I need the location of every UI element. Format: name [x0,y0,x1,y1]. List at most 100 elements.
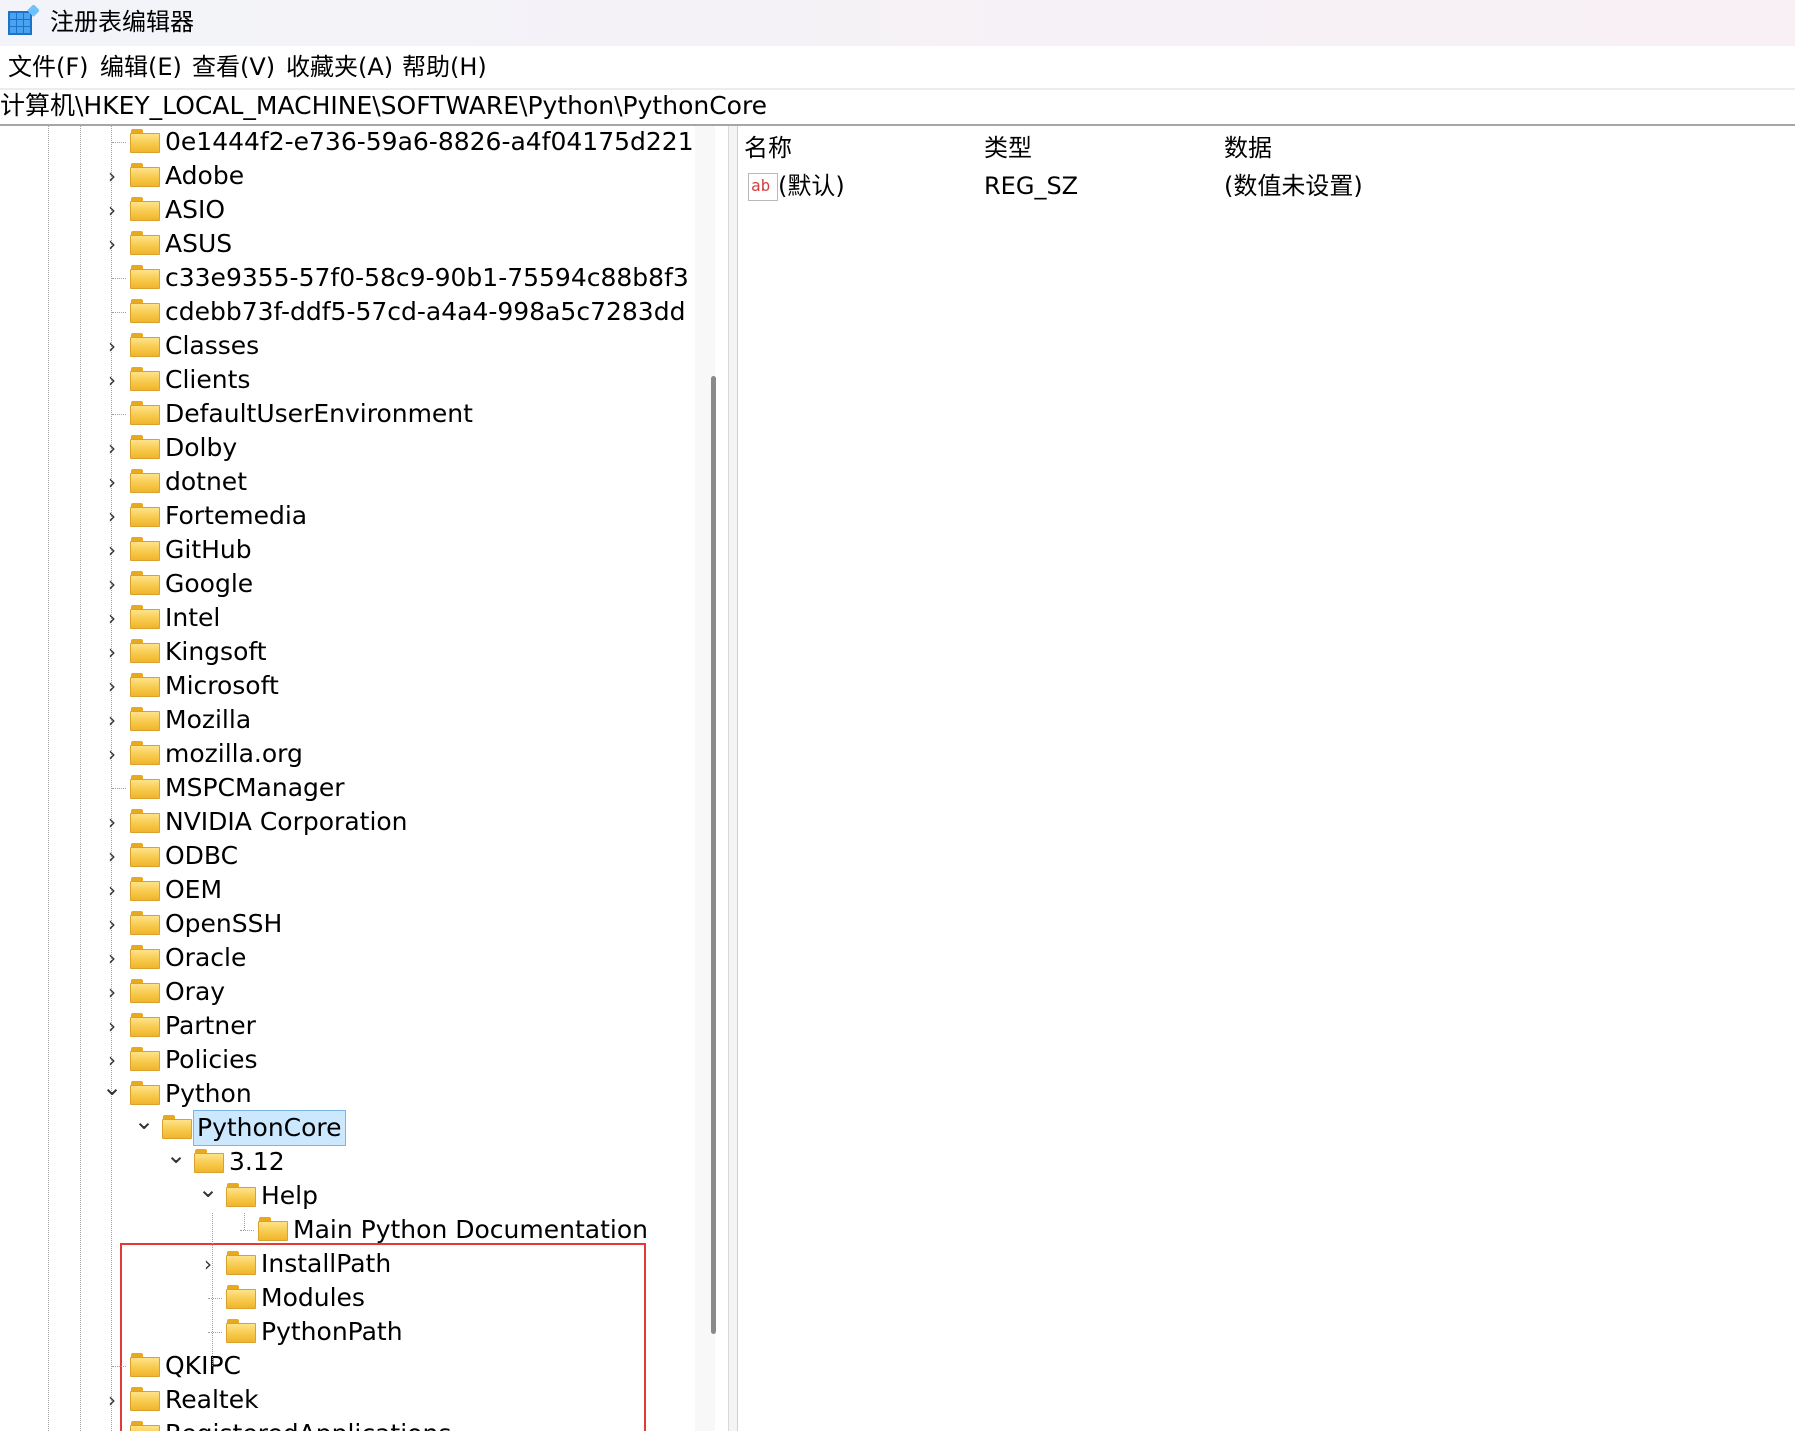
chevron-right-icon[interactable]: › [100,672,124,700]
chevron-down-icon[interactable]: ⌄ [164,1141,188,1169]
tree-node-label[interactable]: Fortemedia [165,499,307,533]
tree-node-label[interactable]: PythonCore [193,1110,346,1146]
chevron-right-icon[interactable]: › [100,604,124,632]
tree-node[interactable]: Main Python Documentation [0,1213,700,1247]
chevron-right-icon[interactable]: › [100,332,124,360]
chevron-right-icon[interactable]: › [100,842,124,870]
tree-node[interactable]: › Realtek [0,1383,700,1417]
tree-node[interactable]: › Kingsoft [0,635,700,669]
chevron-right-icon[interactable]: › [100,570,124,598]
tree-node-label[interactable]: ASUS [165,227,232,261]
tree-node-label[interactable]: MSPCManager [165,771,345,805]
tree-node[interactable]: cdebb73f-ddf5-57cd-a4a4-998a5c7283dd [0,295,700,329]
chevron-right-icon[interactable]: › [100,638,124,666]
tree-node[interactable]: › Classes [0,329,700,363]
tree-node-label[interactable]: PythonPath [261,1315,403,1349]
menu-file[interactable]: 文件(F) [8,52,89,82]
tree-node-label[interactable]: Kingsoft [165,635,267,669]
tree-node-label[interactable]: Realtek [165,1383,259,1417]
chevron-right-icon[interactable]: › [100,162,124,190]
tree-node[interactable]: › ASIO [0,193,700,227]
chevron-right-icon[interactable]: › [100,1012,124,1040]
tree-node[interactable]: › dotnet [0,465,700,499]
chevron-right-icon[interactable]: › [100,978,124,1006]
menu-view[interactable]: 查看(V) [192,52,275,82]
menu-edit[interactable]: 编辑(E) [100,52,182,82]
key-tree-pane[interactable]: 0e1444f2-e736-59a6-8826-a4f04175d221 › Ado… [0,126,728,1431]
address-bar[interactable]: 计算机\HKEY_LOCAL_MACHINE\SOFTWARE\Python\P… [0,90,1795,126]
chevron-right-icon[interactable]: › [100,230,124,258]
chevron-right-icon[interactable]: › [100,196,124,224]
tree-scrollbar-thumb[interactable] [711,376,716,1334]
chevron-right-icon[interactable]: › [100,740,124,768]
tree-node[interactable]: MSPCManager [0,771,700,805]
chevron-right-icon[interactable]: › [100,1046,124,1074]
tree-node[interactable]: › Oracle [0,941,700,975]
tree-node[interactable]: ⌄ Python [0,1073,700,1111]
tree-node[interactable]: Modules [0,1281,700,1315]
tree-node-label[interactable]: Python [165,1077,252,1111]
tree-node-label[interactable]: Classes [165,329,259,363]
tree-node-label[interactable]: Policies [165,1043,257,1077]
tree-node[interactable]: DefaultUserEnvironment [0,397,700,431]
chevron-right-icon[interactable]: › [196,1250,220,1278]
tree-node-label[interactable]: InstallPath [261,1247,391,1281]
tree-node[interactable]: RegisteredApplications [0,1417,700,1431]
tree-node-label[interactable]: DefaultUserEnvironment [165,397,473,431]
column-header-name[interactable]: 名称 [744,132,792,164]
value-type[interactable]: REG_SZ [984,170,1078,202]
tree-node[interactable]: › Policies [0,1043,700,1077]
chevron-right-icon[interactable]: › [100,434,124,462]
tree-node-label[interactable]: QKIPC [165,1349,241,1383]
tree-node[interactable]: › Oray [0,975,700,1009]
tree-node-label[interactable]: Google [165,567,253,601]
chevron-down-icon[interactable]: ⌄ [196,1175,220,1203]
tree-node-label[interactable]: c33e9355-57f0-58c9-90b1-75594c88b8f3 [165,261,689,295]
tree-node-label[interactable]: OpenSSH [165,907,282,941]
value-data[interactable]: (数值未设置) [1224,170,1363,202]
chevron-right-icon[interactable]: › [100,1386,124,1414]
tree-node-label[interactable]: Dolby [165,431,237,465]
tree-node[interactable]: ⌄ Help [0,1175,700,1213]
tree-node-label[interactable]: mozilla.org [165,737,303,771]
tree-node-label[interactable]: ODBC [165,839,238,873]
value-name[interactable]: (默认) [778,170,845,202]
tree-node-label[interactable]: Microsoft [165,669,279,703]
tree-node[interactable]: › ASUS [0,227,700,261]
tree-node[interactable]: › GitHub [0,533,700,567]
tree-node-label[interactable]: Oracle [165,941,246,975]
menu-help[interactable]: 帮助(H) [402,52,487,82]
tree-node[interactable]: › OEM [0,873,700,907]
tree-node[interactable]: › OpenSSH [0,907,700,941]
chevron-right-icon[interactable]: › [100,536,124,564]
tree-node[interactable]: › Microsoft [0,669,700,703]
tree-node[interactable]: › Mozilla [0,703,700,737]
address-path[interactable]: 计算机\HKEY_LOCAL_MACHINE\SOFTWARE\Python\P… [0,91,767,121]
tree-node-label[interactable]: dotnet [165,465,247,499]
tree-node-label[interactable]: 3.12 [229,1145,285,1179]
tree-node-label[interactable]: Oray [165,975,225,1009]
tree-node-label[interactable]: ASIO [165,193,225,227]
tree-node[interactable]: › Adobe [0,159,700,193]
chevron-right-icon[interactable]: › [100,910,124,938]
tree-node[interactable]: QKIPC [0,1349,700,1383]
chevron-right-icon[interactable]: › [100,876,124,904]
tree-node[interactable]: › Google [0,567,700,601]
chevron-right-icon[interactable]: › [100,502,124,530]
tree-node[interactable]: 0e1444f2-e736-59a6-8826-a4f04175d221 [0,126,700,159]
tree-node-label[interactable]: Partner [165,1009,256,1043]
tree-node[interactable]: › InstallPath [0,1247,700,1281]
tree-node[interactable]: › Partner [0,1009,700,1043]
tree-node[interactable]: › NVIDIA Corporation [0,805,700,839]
chevron-down-icon[interactable]: ⌄ [132,1107,156,1135]
chevron-down-icon[interactable]: ⌄ [100,1073,124,1101]
chevron-right-icon[interactable]: › [100,468,124,496]
tree-node[interactable]: › Intel [0,601,700,635]
tree-node-label[interactable]: OEM [165,873,222,907]
tree-node-label[interactable]: Mozilla [165,703,251,737]
chevron-right-icon[interactable]: › [100,706,124,734]
pane-splitter[interactable] [728,126,738,1431]
tree-node-label[interactable]: 0e1444f2-e736-59a6-8826-a4f04175d221 [165,126,694,159]
tree-node-label[interactable]: Help [261,1179,318,1213]
chevron-right-icon[interactable]: › [100,944,124,972]
